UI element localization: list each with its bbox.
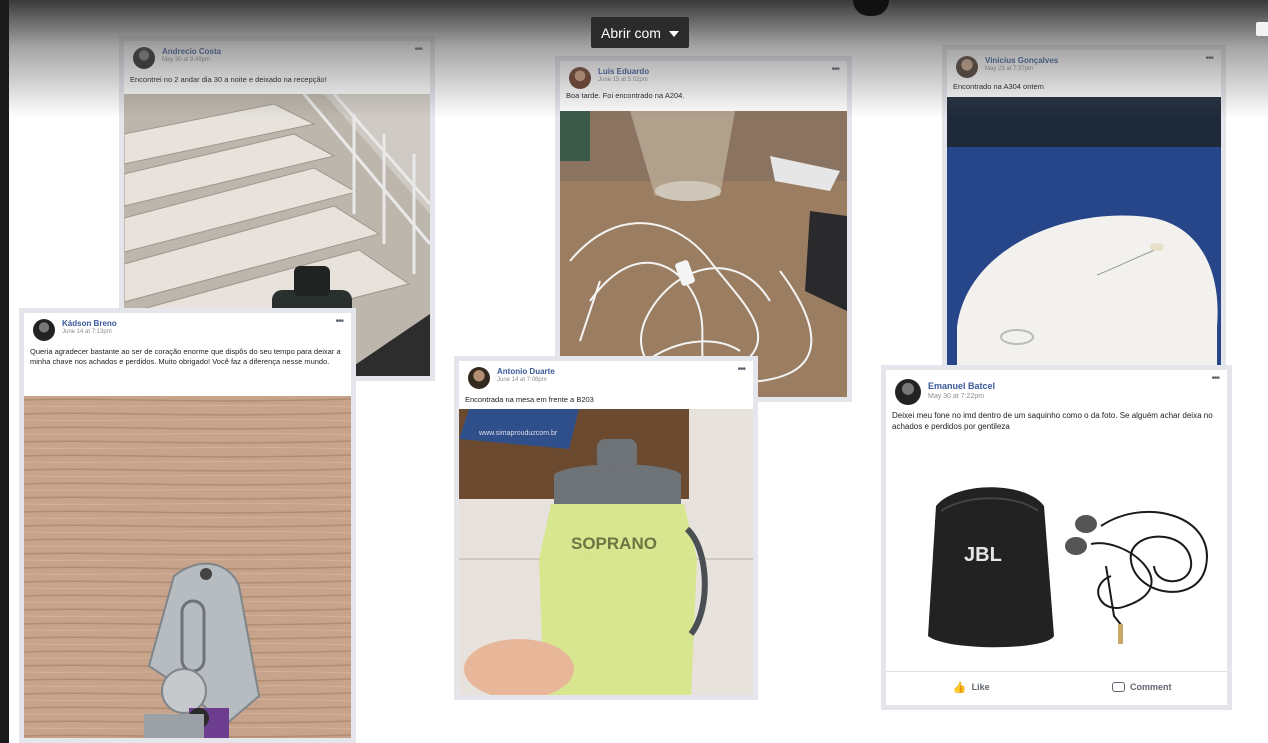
more-options-icon[interactable]: ••• xyxy=(831,64,839,75)
more-options-icon[interactable]: ••• xyxy=(1211,373,1219,384)
window-edge xyxy=(0,0,9,743)
comment-icon xyxy=(1111,682,1125,692)
avatar[interactable] xyxy=(956,56,978,78)
post-author[interactable]: Emanuel Batcel xyxy=(928,381,995,391)
post-actions: 👍 Like Comment xyxy=(886,671,1227,702)
post-time[interactable]: June 14 at 7:08pm xyxy=(497,377,547,383)
post-author[interactable]: Luis Eduardo xyxy=(598,67,649,76)
post-kadson-breno: Kádson Breno June 14 at 7:13pm ••• Queri… xyxy=(19,308,356,743)
post-author[interactable]: Andrecio Costa xyxy=(162,47,221,56)
comment-button[interactable]: Comment xyxy=(1057,672,1228,702)
post-time[interactable]: June 14 at 7:13pm xyxy=(62,329,112,335)
post-time[interactable]: May 30 at 9:49pm xyxy=(162,57,210,63)
chevron-down-icon xyxy=(668,30,679,37)
post-photo-mouse[interactable] xyxy=(947,97,1221,365)
post-photo-earphones[interactable]: JBL xyxy=(886,466,1227,671)
post-text: Encontrei no 2 andar dia 30 a noite e de… xyxy=(130,75,327,84)
viewer-corner-button[interactable] xyxy=(1256,22,1268,36)
post-time[interactable]: May 23 at 7:37pm xyxy=(985,66,1033,72)
post-author[interactable]: Antonio Duarte xyxy=(497,367,555,376)
post-text: Queria agradecer bastante ao ser de cora… xyxy=(30,347,341,366)
post-text: Encontrada na mesa em frente a B203 xyxy=(465,395,594,404)
post-luis-eduardo: Luis Eduardo June 15 at 5:02pm ••• Boa t… xyxy=(555,56,852,402)
comment-label: Comment xyxy=(1129,682,1172,692)
post-time[interactable]: June 15 at 5:02pm xyxy=(598,77,648,83)
open-with-label: Abrir com xyxy=(601,24,661,41)
open-with-button[interactable]: Abrir com xyxy=(591,17,689,48)
post-text: Encontrado na A304 ontem xyxy=(953,82,1044,91)
avatar[interactable] xyxy=(569,67,591,89)
post-emanuel-batcel: Emanuel Batcel May 30 at 7:22pm ••• Deix… xyxy=(881,365,1232,710)
post-text: Deixei meu fone no imd dentro de um saqu… xyxy=(892,411,1213,431)
post-time[interactable]: May 30 at 7:22pm xyxy=(928,393,984,400)
like-icon: 👍 xyxy=(952,681,967,694)
post-photo-keys[interactable] xyxy=(24,396,351,738)
post-author[interactable]: Kádson Breno xyxy=(62,319,117,328)
post-antonio-duarte: Antonio Duarte June 14 at 7:08pm ••• Enc… xyxy=(454,356,758,700)
post-photo-bottle[interactable]: www.simaprouduzcom.br SOPRANO xyxy=(459,409,753,695)
post-author[interactable]: Vinicius Gonçalves xyxy=(985,56,1058,65)
avatar[interactable] xyxy=(133,47,155,69)
more-options-icon[interactable]: ••• xyxy=(1205,53,1213,64)
like-label: Like xyxy=(971,682,990,692)
top-notch xyxy=(853,0,889,16)
avatar[interactable] xyxy=(33,319,55,341)
jbl-logo-text: JBL xyxy=(964,544,1002,566)
more-options-icon[interactable]: ••• xyxy=(335,316,343,327)
more-options-icon[interactable]: ••• xyxy=(414,44,422,55)
more-options-icon[interactable]: ••• xyxy=(737,364,745,375)
like-button[interactable]: 👍 Like xyxy=(886,672,1057,702)
bottle-brand-text: SOPRANO xyxy=(571,534,657,553)
avatar[interactable] xyxy=(468,367,490,389)
post-vinicius-goncalves: Vinicius Gonçalves May 23 at 7:37pm ••• … xyxy=(942,45,1226,370)
avatar[interactable] xyxy=(895,379,921,405)
photo-note-text: www.simaprouduzcom.br xyxy=(478,430,558,437)
